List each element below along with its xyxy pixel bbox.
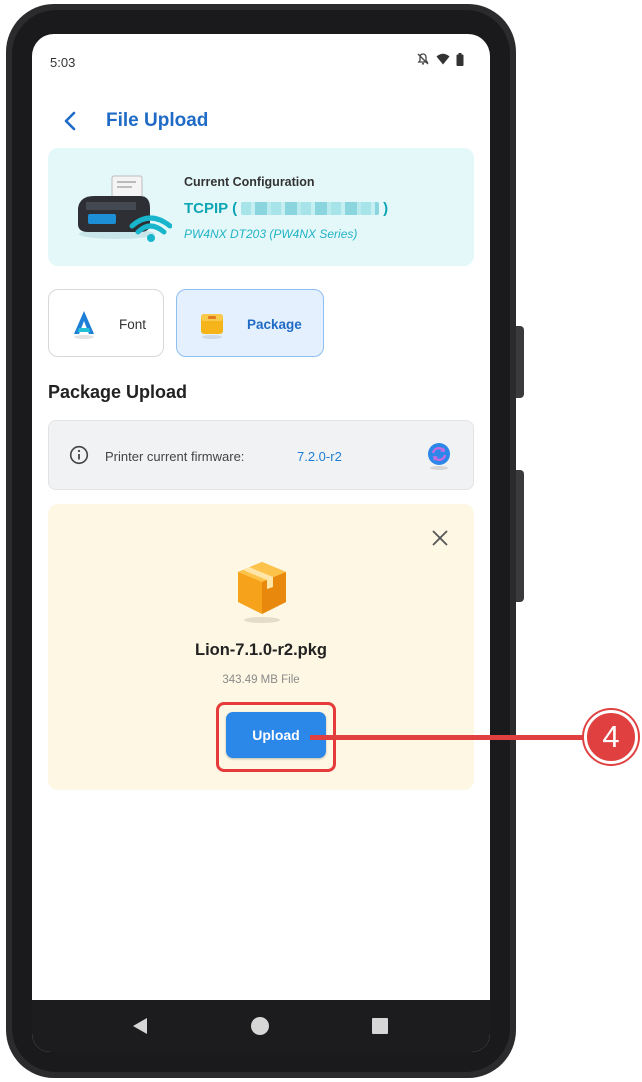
tab-font[interactable]: Font xyxy=(48,289,164,357)
connection-prefix: TCPIP ( xyxy=(184,200,238,217)
volume-button xyxy=(516,326,524,398)
config-label: Current Configuration xyxy=(184,175,315,189)
page-title: File Upload xyxy=(106,110,209,131)
phone-screen: 5:03 File Upload Current Configuration T… xyxy=(32,34,490,1052)
status-icons xyxy=(416,52,464,66)
connection-suffix: ) xyxy=(383,200,389,217)
printer-wifi-icon xyxy=(78,175,172,242)
navigation-bar xyxy=(32,1000,490,1052)
package-file-icon xyxy=(238,562,286,623)
status-bar: 5:03 xyxy=(32,34,490,90)
close-icon[interactable] xyxy=(430,528,450,548)
section-title: Package Upload xyxy=(48,382,188,402)
tab-font-label: Font xyxy=(119,317,147,332)
file-size: 343.49 MB File xyxy=(222,674,300,686)
callout-step-badge: 4 xyxy=(584,710,638,764)
current-configuration-card: Current Configuration TCPIP ( ) PW4NX DT… xyxy=(48,148,474,266)
chevron-left-icon xyxy=(64,111,76,131)
nav-recents-icon[interactable] xyxy=(372,1018,388,1034)
tab-package[interactable]: Package xyxy=(176,289,324,357)
firmware-label: Printer current firmware: xyxy=(105,449,245,464)
wifi-icon xyxy=(436,53,450,65)
redacted-ip-address xyxy=(241,202,380,215)
app-header: File Upload xyxy=(32,100,490,144)
battery-icon xyxy=(456,52,464,66)
info-icon xyxy=(69,445,89,465)
firmware-version: 7.2.0-r2 xyxy=(297,449,342,464)
refresh-icon[interactable] xyxy=(425,441,453,471)
bell-off-icon xyxy=(417,53,429,65)
package-icon xyxy=(201,314,223,339)
connection-info: TCPIP ( ) xyxy=(184,200,388,217)
font-icon xyxy=(74,311,94,339)
tab-package-label: Package xyxy=(247,317,302,332)
nav-back-icon[interactable] xyxy=(131,1016,149,1036)
callout-connector xyxy=(310,735,590,740)
power-button xyxy=(516,470,524,602)
firmware-info-box: Printer current firmware: 7.2.0-r2 xyxy=(48,420,474,490)
printer-model: PW4NX DT203 (PW4NX Series) xyxy=(184,227,358,241)
file-name: Lion-7.1.0-r2.pkg xyxy=(194,641,328,659)
status-time: 5:03 xyxy=(50,55,76,70)
upload-panel: Lion-7.1.0-r2.pkg 343.49 MB File Upload xyxy=(48,504,474,790)
back-button[interactable] xyxy=(58,108,82,134)
nav-home-icon[interactable] xyxy=(250,1016,270,1036)
